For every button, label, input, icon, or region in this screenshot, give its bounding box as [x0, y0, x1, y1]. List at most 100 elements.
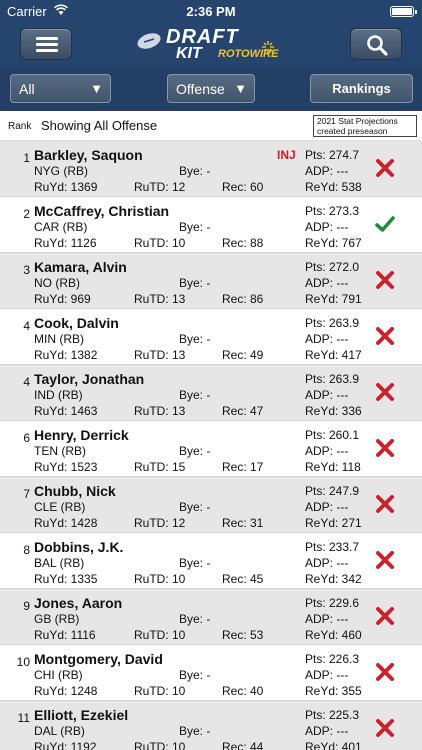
table-row[interactable]: 1 Barkley, Saquon NYG (RB) Bye: - RuYd: …	[0, 141, 422, 197]
player-bye: Bye: -	[179, 612, 211, 626]
player-adp: ADP: ---	[305, 444, 349, 458]
player-rec-yards: ReYd: 355	[305, 684, 362, 698]
draft-kit-logo: DRAFT KIT ROTOWIRE	[136, 26, 286, 64]
x-mark-icon[interactable]	[375, 550, 395, 570]
player-points: Pts: 229.6	[305, 596, 360, 610]
player-name: Dobbins, J.K.	[34, 539, 124, 555]
player-name: Elliott, Ezekiel	[34, 707, 129, 723]
player-rank: 1	[23, 151, 30, 165]
hamburger-icon	[36, 37, 58, 53]
player-receptions: Rec: 45	[222, 572, 264, 586]
player-rush-yards: RuYd: 1335	[34, 572, 98, 586]
app-header: DRAFT KIT ROTOWIRE	[0, 22, 422, 66]
player-team: TEN (RB)	[34, 444, 86, 458]
table-row[interactable]: 9 Jones, Aaron GB (RB) Bye: - RuYd: 1116…	[0, 589, 422, 645]
player-rank: 11	[17, 711, 30, 725]
player-name: Taylor, Jonathan	[34, 371, 145, 387]
search-button[interactable]	[350, 28, 402, 60]
football-icon	[137, 33, 161, 49]
player-points: Pts: 233.7	[305, 540, 360, 554]
position-select[interactable]: All ▼	[10, 74, 111, 103]
player-name: Jones, Aaron	[34, 595, 123, 611]
player-list[interactable]: 1 Barkley, Saquon NYG (RB) Bye: - RuYd: …	[0, 141, 422, 750]
player-team: GB (RB)	[34, 612, 80, 626]
player-rush-yards: RuYd: 1116	[34, 628, 96, 642]
player-adp: ADP: ---	[305, 556, 349, 570]
player-rush-td: RuTD: 10	[134, 740, 186, 750]
x-mark-icon[interactable]	[375, 494, 395, 514]
battery-icon	[390, 6, 417, 17]
player-bye: Bye: -	[179, 388, 211, 402]
player-adp: ADP: ---	[305, 164, 349, 178]
showing-label: Showing All Offense	[41, 118, 158, 133]
player-bye: Bye: -	[179, 500, 211, 514]
rankings-button[interactable]: Rankings	[310, 74, 413, 103]
player-rec-yards: ReYd: 401	[305, 740, 362, 750]
player-rush-td: RuTD: 10	[134, 236, 186, 250]
table-row[interactable]: 4 Taylor, Jonathan IND (RB) Bye: - RuYd:…	[0, 365, 422, 421]
player-rush-td: RuTD: 12	[134, 180, 186, 194]
projection-note: 2021 Stat Projections created preseason	[313, 115, 417, 137]
player-points: Pts: 272.0	[305, 260, 360, 274]
x-mark-icon[interactable]	[375, 662, 395, 682]
x-mark-icon[interactable]	[375, 382, 395, 402]
player-bye: Bye: -	[179, 444, 211, 458]
position-select-value: All	[19, 81, 35, 97]
player-team: CHI (RB)	[34, 668, 83, 682]
player-team: CLE (RB)	[34, 500, 86, 514]
unit-select-value: Offense	[176, 81, 225, 97]
player-bye: Bye: -	[179, 220, 211, 234]
x-mark-icon[interactable]	[375, 158, 395, 178]
player-points: Pts: 225.3	[305, 708, 360, 722]
table-row[interactable]: 6 Henry, Derrick TEN (RB) Bye: - RuYd: 1…	[0, 421, 422, 477]
player-rush-td: RuTD: 10	[134, 572, 186, 586]
x-mark-icon[interactable]	[375, 606, 395, 626]
table-row[interactable]: 4 Cook, Dalvin MIN (RB) Bye: - RuYd: 138…	[0, 309, 422, 365]
player-rec-yards: ReYd: 417	[305, 348, 362, 362]
player-points: Pts: 274.7	[305, 148, 360, 162]
x-mark-icon[interactable]	[375, 326, 395, 346]
player-adp: ADP: ---	[305, 724, 349, 738]
logo-line2: KIT	[176, 45, 202, 62]
player-rush-td: RuTD: 13	[134, 292, 186, 306]
player-rec-yards: ReYd: 791	[305, 292, 362, 306]
burst-icon	[262, 41, 274, 53]
unit-select[interactable]: Offense ▼	[167, 74, 255, 103]
table-row[interactable]: 2 McCaffrey, Christian CAR (RB) Bye: - R…	[0, 197, 422, 253]
table-row[interactable]: 10 Montgomery, David CHI (RB) Bye: - RuY…	[0, 645, 422, 701]
player-adp: ADP: ---	[305, 388, 349, 402]
player-name: Chubb, Nick	[34, 483, 116, 499]
player-rec-yards: ReYd: 336	[305, 404, 362, 418]
player-rush-yards: RuYd: 1428	[34, 516, 98, 530]
table-row[interactable]: 3 Kamara, Alvin NO (RB) Bye: - RuYd: 969…	[0, 253, 422, 309]
player-rush-yards: RuYd: 1382	[34, 348, 98, 362]
player-rush-td: RuTD: 10	[134, 628, 186, 642]
table-row[interactable]: 7 Chubb, Nick CLE (RB) Bye: - RuYd: 1428…	[0, 477, 422, 533]
player-name: Montgomery, David	[34, 651, 163, 667]
player-points: Pts: 247.9	[305, 484, 360, 498]
player-points: Pts: 263.9	[305, 372, 360, 386]
check-mark-icon[interactable]	[375, 214, 395, 234]
player-rush-td: RuTD: 12	[134, 516, 186, 530]
player-rush-yards: RuYd: 1126	[34, 236, 97, 250]
player-receptions: Rec: 86	[222, 292, 264, 306]
table-row[interactable]: 11 Elliott, Ezekiel DAL (RB) Bye: - RuYd…	[0, 701, 422, 750]
player-team: NYG (RB)	[34, 164, 88, 178]
player-adp: ADP: ---	[305, 668, 349, 682]
x-mark-icon[interactable]	[375, 438, 395, 458]
player-rush-yards: RuYd: 1463	[34, 404, 98, 418]
x-mark-icon[interactable]	[375, 270, 395, 290]
clock: 2:36 PM	[186, 4, 236, 19]
player-rush-yards: RuYd: 1192	[34, 740, 97, 750]
player-team: NO (RB)	[34, 276, 80, 290]
menu-button[interactable]	[20, 28, 72, 60]
table-row[interactable]: 8 Dobbins, J.K. BAL (RB) Bye: - RuYd: 13…	[0, 533, 422, 589]
player-rank: 2	[23, 207, 30, 221]
player-points: Pts: 226.3	[305, 652, 360, 666]
player-adp: ADP: ---	[305, 332, 349, 346]
player-rank: 6	[23, 431, 30, 445]
player-bye: Bye: -	[179, 556, 211, 570]
player-receptions: Rec: 60	[222, 180, 264, 194]
player-rush-yards: RuYd: 969	[34, 292, 91, 306]
x-mark-icon[interactable]	[375, 718, 395, 738]
